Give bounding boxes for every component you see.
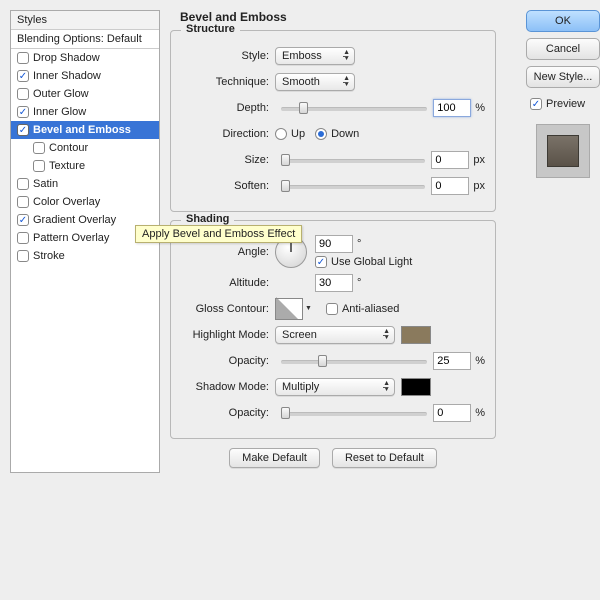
- angle-label: Angle:: [181, 246, 275, 258]
- style-item-label: Texture: [49, 160, 85, 172]
- style-checkbox[interactable]: [17, 232, 29, 244]
- soften-slider[interactable]: [281, 179, 425, 193]
- preview-checkbox[interactable]: ✓: [530, 98, 542, 110]
- style-item-outer-glow[interactable]: Outer Glow: [11, 85, 159, 103]
- blending-options[interactable]: Blending Options: Default: [11, 30, 159, 49]
- size-label: Size:: [181, 154, 275, 166]
- style-item-label: Satin: [33, 178, 58, 190]
- highlight-color-swatch[interactable]: [401, 326, 431, 344]
- tooltip: Apply Bevel and Emboss Effect: [135, 225, 302, 243]
- antialiased-checkbox[interactable]: [326, 303, 338, 315]
- style-item-label: Contour: [49, 142, 88, 154]
- highlight-mode-label: Highlight Mode:: [181, 329, 275, 341]
- style-item-label: Inner Glow: [33, 106, 86, 118]
- direction-up-label: Up: [291, 128, 305, 140]
- shadow-opacity-slider[interactable]: [281, 406, 427, 420]
- right-panel: OK Cancel New Style... ✓ Preview: [526, 10, 600, 178]
- size-unit: px: [473, 154, 485, 166]
- style-item-bevel-and-emboss[interactable]: ✓ Bevel and Emboss: [11, 121, 159, 139]
- altitude-input[interactable]: [315, 274, 353, 292]
- highlight-opacity-slider[interactable]: [281, 354, 427, 368]
- style-item-inner-glow[interactable]: ✓ Inner Glow: [11, 103, 159, 121]
- shadow-mode-select[interactable]: Multiply ▲▼: [275, 378, 395, 396]
- style-checkbox[interactable]: [33, 142, 45, 154]
- style-select[interactable]: Emboss ▲▼: [275, 47, 355, 65]
- global-light-checkbox[interactable]: ✓: [315, 256, 327, 268]
- highlight-opacity-input[interactable]: [433, 352, 471, 370]
- style-item-label: Bevel and Emboss: [33, 124, 131, 136]
- shading-group: Shading Angle: ° ✓ Use Global Light Alti…: [170, 220, 496, 439]
- highlight-mode-select[interactable]: Screen ▲▼: [275, 326, 395, 344]
- style-checkbox[interactable]: ✓: [17, 214, 29, 226]
- style-item-drop-shadow[interactable]: Drop Shadow: [11, 49, 159, 67]
- direction-down-label: Down: [331, 128, 359, 140]
- style-checkbox[interactable]: ✓: [17, 106, 29, 118]
- style-item-label: Gradient Overlay: [33, 214, 116, 226]
- cancel-button[interactable]: Cancel: [526, 38, 600, 60]
- style-checkbox[interactable]: ✓: [17, 70, 29, 82]
- structure-group: Structure Style: Emboss ▲▼ Technique: Sm…: [170, 30, 496, 212]
- style-item-satin[interactable]: Satin: [11, 175, 159, 193]
- altitude-label: Altitude:: [181, 277, 275, 289]
- style-checkbox[interactable]: [17, 88, 29, 100]
- altitude-unit: °: [357, 277, 361, 289]
- style-item-stroke[interactable]: Stroke: [11, 247, 159, 265]
- reset-default-button[interactable]: Reset to Default: [332, 448, 437, 468]
- style-item-label: Color Overlay: [33, 196, 100, 208]
- soften-input[interactable]: [431, 177, 469, 195]
- style-item-color-overlay[interactable]: Color Overlay: [11, 193, 159, 211]
- section-title: Bevel and Emboss: [180, 10, 498, 24]
- shadow-color-swatch[interactable]: [401, 378, 431, 396]
- preview-thumbnail: [536, 124, 590, 178]
- make-default-button[interactable]: Make Default: [229, 448, 320, 468]
- shadow-mode-label: Shadow Mode:: [181, 381, 275, 393]
- gloss-contour-picker[interactable]: [275, 298, 303, 320]
- direction-label: Direction:: [181, 128, 275, 140]
- angle-input[interactable]: [315, 235, 353, 253]
- style-label: Style:: [181, 50, 275, 62]
- style-item-texture[interactable]: Texture: [11, 157, 159, 175]
- shadow-opacity-input[interactable]: [433, 404, 471, 422]
- depth-unit: %: [475, 102, 485, 114]
- soften-label: Soften:: [181, 180, 275, 192]
- style-checkbox[interactable]: [33, 160, 45, 172]
- shading-legend: Shading: [181, 213, 234, 225]
- style-item-label: Stroke: [33, 250, 65, 262]
- depth-label: Depth:: [181, 102, 275, 114]
- style-checkbox[interactable]: [17, 52, 29, 64]
- style-item-contour[interactable]: Contour: [11, 139, 159, 157]
- style-item-label: Drop Shadow: [33, 52, 100, 64]
- style-item-label: Pattern Overlay: [33, 232, 109, 244]
- preview-label: Preview: [546, 98, 585, 110]
- chevron-down-icon[interactable]: ▼: [305, 306, 312, 312]
- size-input[interactable]: [431, 151, 469, 169]
- soften-unit: px: [473, 180, 485, 192]
- style-item-label: Inner Shadow: [33, 70, 101, 82]
- depth-input[interactable]: [433, 99, 471, 117]
- style-checkbox[interactable]: [17, 178, 29, 190]
- depth-slider[interactable]: [281, 101, 427, 115]
- direction-up-radio[interactable]: [275, 128, 287, 140]
- technique-label: Technique:: [181, 76, 275, 88]
- size-slider[interactable]: [281, 153, 425, 167]
- style-checkbox[interactable]: [17, 196, 29, 208]
- antialiased-label: Anti-aliased: [342, 303, 399, 315]
- style-checkbox[interactable]: ✓: [17, 124, 29, 136]
- style-item-inner-shadow[interactable]: ✓ Inner Shadow: [11, 67, 159, 85]
- direction-down-radio[interactable]: [315, 128, 327, 140]
- new-style-button[interactable]: New Style...: [526, 66, 600, 88]
- technique-select[interactable]: Smooth ▲▼: [275, 73, 355, 91]
- style-item-label: Outer Glow: [33, 88, 89, 100]
- styles-header: Styles: [11, 11, 159, 30]
- structure-legend: Structure: [181, 23, 240, 35]
- shadow-opacity-label: Opacity:: [181, 407, 275, 419]
- angle-unit: °: [357, 238, 361, 250]
- gloss-contour-label: Gloss Contour:: [181, 303, 275, 315]
- highlight-opacity-label: Opacity:: [181, 355, 275, 367]
- global-light-label: Use Global Light: [331, 256, 412, 268]
- style-checkbox[interactable]: [17, 250, 29, 262]
- ok-button[interactable]: OK: [526, 10, 600, 32]
